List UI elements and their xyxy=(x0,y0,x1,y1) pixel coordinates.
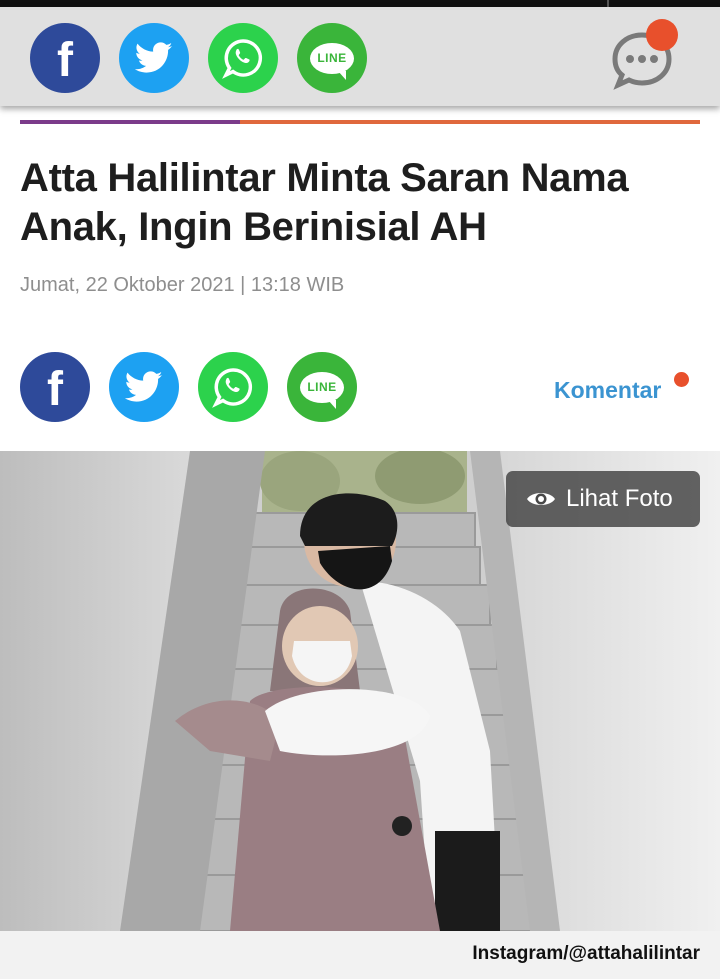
share-whatsapp-button[interactable] xyxy=(208,23,278,93)
article-date: Jumat, 22 Oktober 2021 | 13:18 WIB xyxy=(20,274,345,296)
article-title: Atta Halilintar Minta Saran Nama Anak, I… xyxy=(20,156,629,249)
line-icon: LINE xyxy=(310,42,354,80)
status-strip xyxy=(0,0,720,7)
article-share-facebook-button[interactable]: f xyxy=(20,352,90,422)
photo-caption-bar: Instagram/@attahalilintar xyxy=(0,931,720,979)
line-icon: LINE xyxy=(300,371,344,409)
whatsapp-icon xyxy=(212,368,253,408)
line-icon-label: LINE xyxy=(307,380,337,394)
lihat-foto-label: Lihat Foto xyxy=(566,485,673,512)
whatsapp-icon xyxy=(222,39,263,79)
comment-notification-badge xyxy=(646,19,678,51)
accent-divider-orange xyxy=(240,120,700,124)
komentar-link[interactable]: Komentar xyxy=(554,377,661,404)
article-share-twitter-button[interactable] xyxy=(109,352,179,422)
share-twitter-button[interactable] xyxy=(119,23,189,93)
status-notch xyxy=(607,0,609,7)
accent-divider-purple xyxy=(20,120,240,124)
sticky-share-bar: f LINE xyxy=(0,7,720,106)
twitter-icon xyxy=(135,42,173,73)
photo-caption: Instagram/@attahalilintar xyxy=(472,943,700,964)
share-facebook-button[interactable]: f xyxy=(30,23,100,93)
article-share-line-button[interactable]: LINE xyxy=(287,352,357,422)
lihat-foto-button[interactable]: Lihat Foto xyxy=(506,471,700,527)
line-icon-label: LINE xyxy=(317,51,347,65)
eye-icon xyxy=(527,493,555,505)
komentar-notification-dot xyxy=(674,372,689,387)
facebook-icon: f xyxy=(47,363,63,416)
share-line-button[interactable]: LINE xyxy=(297,23,367,93)
facebook-icon: f xyxy=(57,34,73,87)
article-share-whatsapp-button[interactable] xyxy=(198,352,268,422)
twitter-icon xyxy=(125,371,163,402)
